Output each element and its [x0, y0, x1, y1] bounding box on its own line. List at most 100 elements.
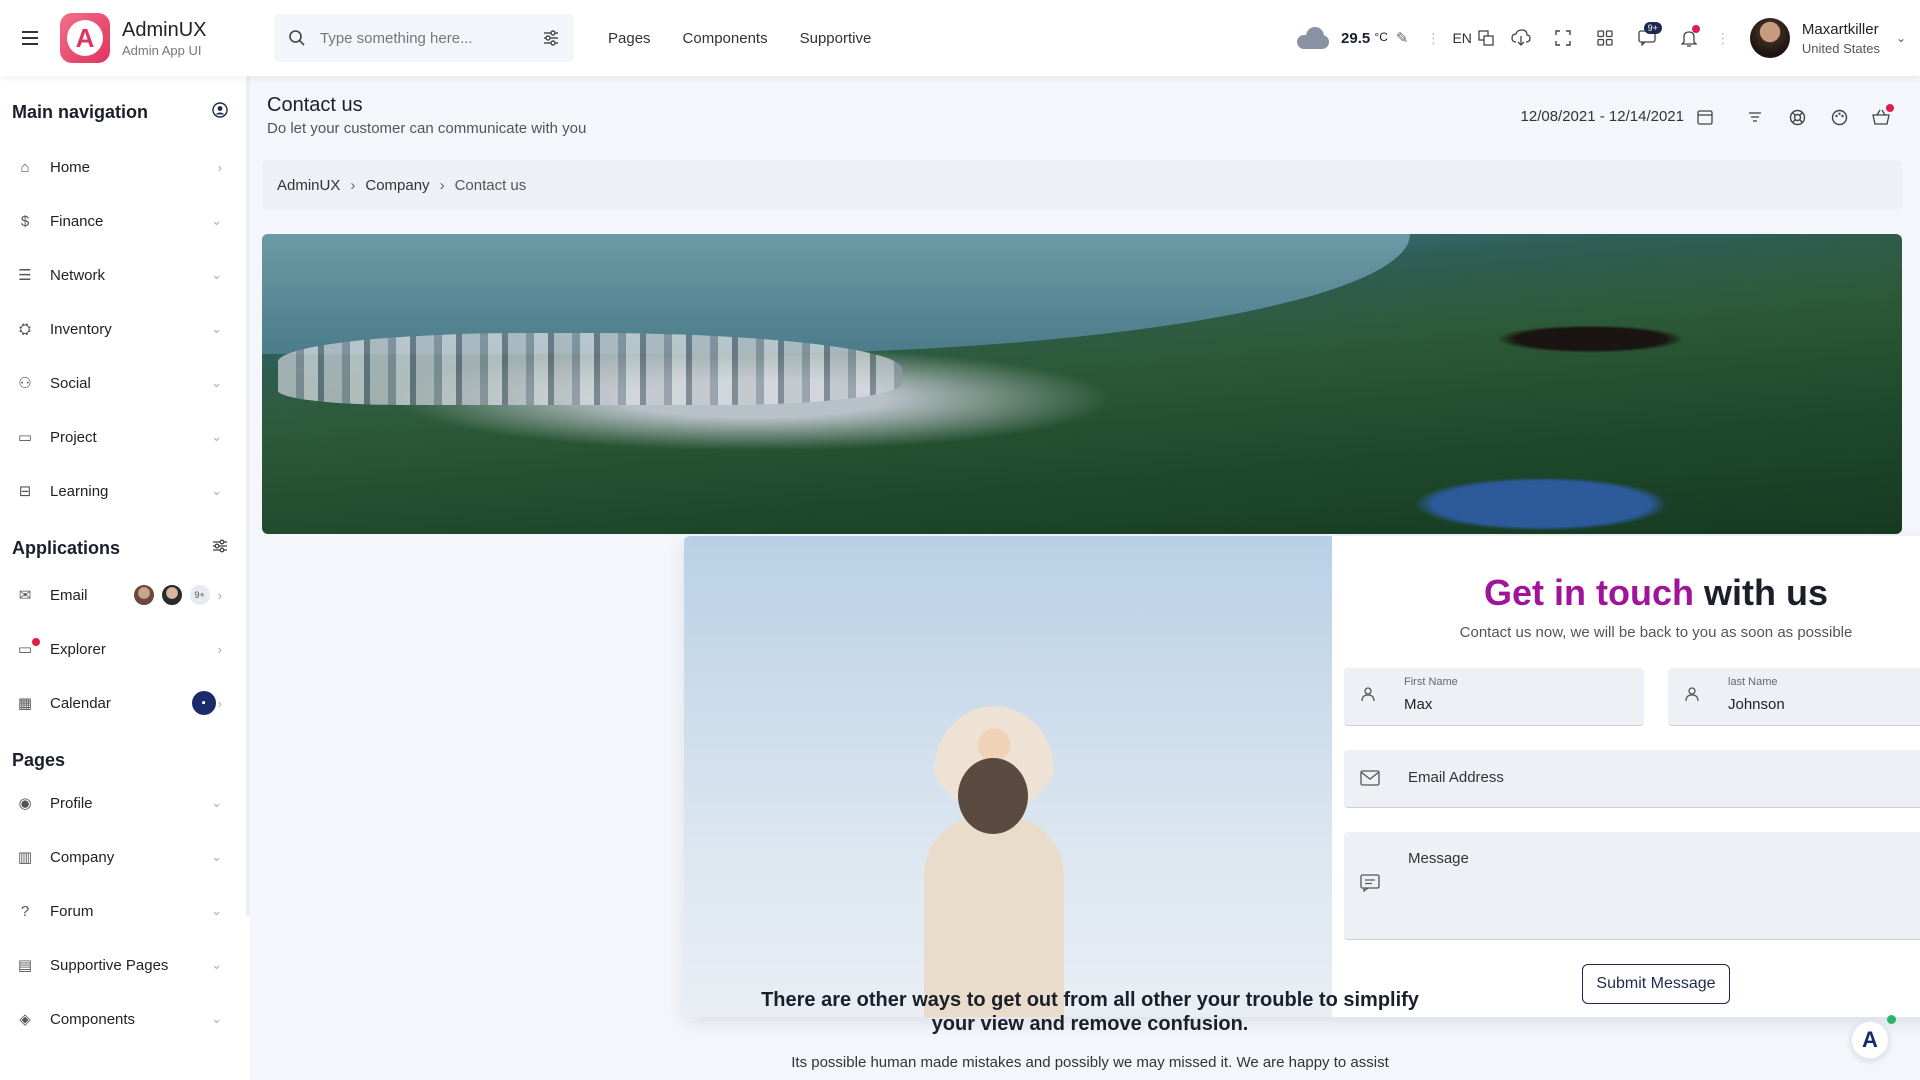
contact-form: Get in touch with us Contact us now, we …	[1332, 536, 1920, 1017]
last-name-field[interactable]: last Name Johnson	[1668, 668, 1920, 726]
applications-header: Applications	[0, 532, 250, 564]
user-country: United States	[1801, 40, 1880, 56]
chevron-down-icon: ⌄	[211, 903, 222, 918]
sidebar-item-explorer[interactable]: ▭ Explorer ›	[0, 622, 250, 676]
sliders-icon[interactable]	[212, 539, 228, 557]
sidebar-item-learning[interactable]: ⊟ Learning ⌄	[0, 464, 250, 518]
brand: AdminUX Admin App UI	[122, 19, 262, 58]
chevron-down-icon: ⌄	[211, 849, 222, 864]
layers-icon: ◈	[19, 1011, 31, 1028]
last-name-value: Johnson	[1728, 696, 1785, 713]
online-status-dot	[1887, 1015, 1896, 1024]
sidebar-item-components[interactable]: ◈ Components ⌄	[0, 992, 250, 1046]
chevron-right-icon: ›	[217, 587, 222, 603]
chevron-right-icon: ›	[217, 159, 222, 175]
support-icon[interactable]	[1782, 102, 1812, 132]
image-head	[958, 758, 1028, 834]
basket-icon[interactable]	[1866, 102, 1896, 132]
message-placeholder: Message	[1408, 850, 1469, 867]
user-circle-icon[interactable]	[212, 102, 228, 122]
calendar-icon[interactable]	[1690, 102, 1720, 132]
brand-title: AdminUX	[122, 18, 207, 41]
image-person	[924, 816, 1064, 1017]
sidebar-item-forum[interactable]: ? Forum ⌄	[0, 884, 250, 938]
main-content: Contact us Do let your customer can comm…	[250, 76, 1920, 1080]
sidebar-item-label: Company	[50, 848, 115, 866]
menu-icon[interactable]	[0, 0, 60, 76]
search-input[interactable]	[320, 29, 542, 47]
chevron-down-icon: ⌄	[211, 213, 222, 228]
messages-icon[interactable]: 9+	[1626, 18, 1668, 58]
user-icon	[1684, 686, 1700, 707]
breadcrumb-item[interactable]: Company	[365, 177, 429, 194]
sidebar-item-social[interactable]: ⚇ Social ⌄	[0, 356, 250, 410]
sidebar-item-company[interactable]: ▥ Company ⌄	[0, 830, 250, 884]
chevron-down-icon: ⌄	[211, 429, 222, 444]
sidebar-item-label: Email	[50, 586, 88, 604]
breadcrumb-item[interactable]: AdminUX	[277, 177, 340, 194]
email-placeholder: Email Address	[1408, 769, 1504, 786]
user-menu[interactable]: Maxartkiller United States ⌄	[1749, 18, 1906, 58]
sidebar-item-label: Network	[50, 266, 106, 284]
sidebar-item-calendar[interactable]: ▦ Calendar ▪ ›	[0, 676, 250, 730]
weather-temp: 29.5	[1341, 29, 1371, 47]
chevron-down-icon: ⌄	[211, 483, 222, 498]
pencil-icon[interactable]: ✎	[1396, 29, 1409, 47]
chevron-down-icon: ⌄	[211, 795, 222, 810]
divider-dots: ⋮	[1426, 29, 1441, 46]
translate-icon[interactable]	[1472, 18, 1500, 58]
filter-icon[interactable]	[1740, 102, 1770, 132]
sidebar-item-label: Explorer	[50, 640, 106, 658]
top-nav: Pages Components Supportive	[592, 30, 887, 47]
message-field[interactable]: Message	[1344, 832, 1920, 940]
sidebar-item-home[interactable]: ⌂ Home ›	[0, 140, 250, 194]
notification-dot	[32, 638, 40, 646]
bottom-title: There are other ways to get out from all…	[761, 989, 1419, 1035]
sidebar-item-email[interactable]: ✉ Email 9+ ›	[0, 568, 250, 622]
nav-components[interactable]: Components	[683, 30, 768, 47]
envelope-icon	[1360, 770, 1380, 791]
nav-pages[interactable]: Pages	[608, 30, 651, 47]
nav-supportive[interactable]: Supportive	[800, 30, 872, 47]
sidebar-item-label: Profile	[50, 794, 93, 812]
palette-icon[interactable]	[1824, 102, 1854, 132]
cloud-download-icon[interactable]	[1500, 18, 1542, 58]
filter-sliders-icon[interactable]	[542, 29, 560, 47]
email-field[interactable]: Email Address	[1344, 750, 1920, 808]
more-badge: 9+	[187, 583, 212, 607]
first-name-value: Max	[1404, 696, 1433, 713]
sidebar-item-supportive-pages[interactable]: ▤ Supportive Pages ⌄	[0, 938, 250, 992]
floating-logo-button[interactable]: A	[1850, 1020, 1890, 1060]
language-label[interactable]: EN	[1452, 30, 1471, 46]
home-icon: ⌂	[20, 158, 30, 176]
sidebar-item-network[interactable]: ☰ Network ⌄	[0, 248, 250, 302]
sidebar-item-project[interactable]: ▭ Project ⌄	[0, 410, 250, 464]
sidebar-item-finance[interactable]: $ Finance ⌄	[0, 194, 250, 248]
sidebar-item-inventory[interactable]: ⛭ Inventory ⌄	[0, 302, 250, 356]
sidebar-item-profile[interactable]: ◉ Profile ⌄	[0, 776, 250, 830]
user-circle-icon: ◉	[18, 795, 32, 812]
folder-icon: ▭	[17, 429, 33, 446]
form-title: Get in touch with us	[1332, 572, 1920, 614]
first-name-label: First Name	[1404, 676, 1458, 688]
form-subtitle: Contact us now, we will be back to you a…	[1459, 624, 1853, 641]
apps-grid-icon[interactable]	[1584, 18, 1626, 58]
book-icon: ⊟	[18, 483, 32, 500]
sidebar-item-label: Project	[50, 428, 97, 446]
submit-message-button[interactable]: Submit Message	[1582, 964, 1730, 1004]
pages-title: Pages	[12, 749, 66, 770]
calendar-badge-icon: ▪	[191, 691, 216, 715]
fullscreen-icon[interactable]	[1542, 18, 1584, 58]
avatar	[159, 583, 184, 607]
bell-icon[interactable]	[1668, 18, 1710, 58]
pages-header: Pages	[0, 744, 250, 776]
first-name-field[interactable]: First Name Max	[1344, 668, 1644, 726]
page-subtitle: Do let your customer can communicate wit…	[267, 120, 587, 137]
logo[interactable]: A	[60, 13, 110, 63]
date-range[interactable]: 12/08/2021 - 12/14/2021	[1521, 108, 1684, 125]
chevron-down-icon: ⌄	[211, 267, 222, 282]
cloud-icon	[1293, 27, 1333, 49]
avatar	[1749, 18, 1790, 58]
search-bar	[274, 14, 574, 62]
question-circle-icon: ?	[20, 902, 30, 920]
